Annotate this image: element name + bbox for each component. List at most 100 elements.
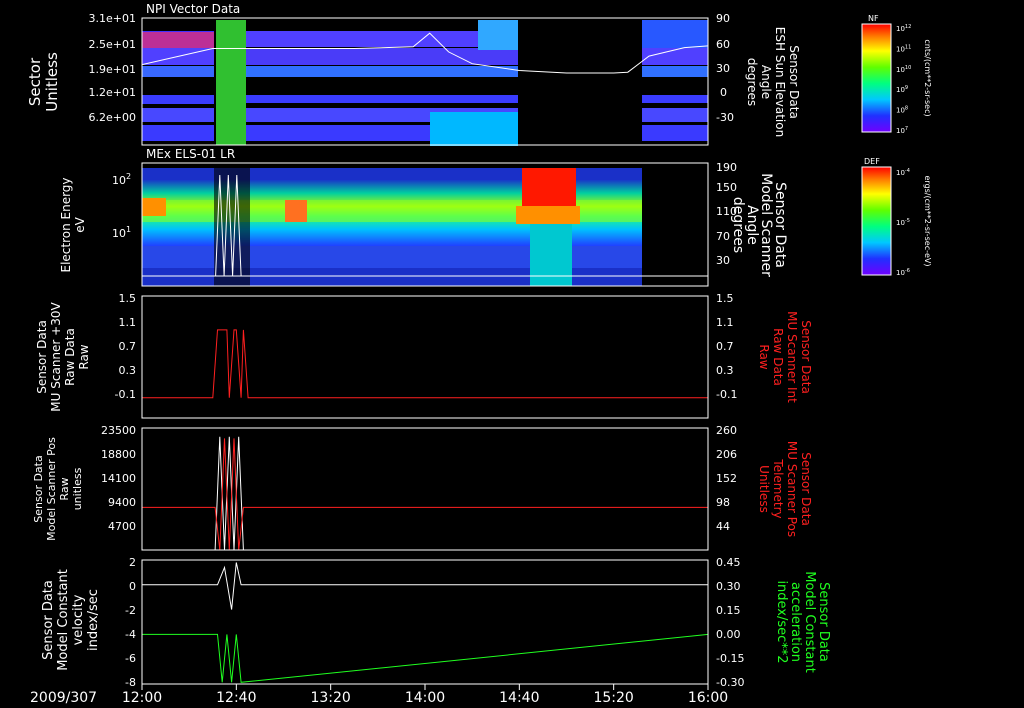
right-tick-labels: 0.45 0.30 0.15 0.00 -0.15 -0.30 bbox=[716, 556, 744, 689]
y2-axis-label: degrees bbox=[730, 197, 746, 253]
tick-label: 4700 bbox=[108, 520, 136, 533]
y-axis-label: index/sec bbox=[86, 589, 101, 651]
tick-label: 2 bbox=[129, 556, 136, 569]
y2-axis-label: Sensor Data bbox=[799, 452, 813, 526]
panel-title: NPI Vector Data bbox=[146, 2, 240, 16]
y2-axis-label: Sensor Data bbox=[799, 320, 813, 394]
tick-label: 1.2e+01 bbox=[89, 86, 136, 99]
npi-band bbox=[142, 95, 214, 104]
y2-axis-label: degrees bbox=[745, 58, 759, 106]
tick-label: 260 bbox=[716, 424, 737, 437]
tick-label: -4 bbox=[125, 628, 136, 641]
els-burst-tail bbox=[530, 224, 572, 286]
tick-label: 30 bbox=[716, 62, 730, 75]
y2-axis-label: Unitless bbox=[757, 465, 771, 513]
els-orange-burst bbox=[516, 206, 580, 224]
colorbar-tick-label: 107 bbox=[896, 126, 908, 135]
colorbar-nf: NF cnts/(cm**2-sr-sec) 10121011101010910… bbox=[861, 14, 932, 135]
npi-spectrogram bbox=[142, 20, 708, 146]
tick-label: -0.30 bbox=[716, 676, 744, 689]
npi-band bbox=[642, 66, 708, 77]
tick-label: -0.1 bbox=[716, 388, 737, 401]
tick-label: -8 bbox=[125, 676, 136, 689]
tick-label: -0.15 bbox=[716, 652, 744, 665]
tick-label: 101 bbox=[112, 225, 131, 240]
els-hot-spot bbox=[285, 200, 307, 222]
els-hot-spot bbox=[142, 198, 166, 216]
y-axis-label: Sector bbox=[26, 57, 44, 106]
tick-label: -30 bbox=[716, 111, 734, 124]
y-axis-label: velocity bbox=[71, 594, 86, 645]
y-axis-label: Electron Energy bbox=[59, 177, 73, 272]
x-tick-label: 13:20 bbox=[310, 690, 350, 706]
panel-mu-raw: Sensor Data MU Scanner +30V Raw Data Raw… bbox=[35, 292, 813, 419]
tick-label: 0.30 bbox=[716, 580, 741, 593]
tick-label: 6.2e+00 bbox=[89, 111, 136, 124]
y2-axis-label: Angle bbox=[759, 65, 773, 99]
y-axis-label: Raw bbox=[58, 477, 71, 500]
x-tick-label: 15:20 bbox=[593, 690, 633, 706]
panel-model-constant: Sensor Data Model Constant velocity inde… bbox=[41, 556, 831, 689]
colorbar-unit: cnts/(cm**2-sr-sec) bbox=[923, 39, 932, 116]
panel-els: MEx ELS-01 LR Electron Energy eV 102 101… bbox=[59, 147, 788, 287]
tick-label: 1.5 bbox=[716, 292, 734, 305]
npi-band bbox=[142, 108, 214, 122]
tick-label: 152 bbox=[716, 472, 737, 485]
npi-high-flux bbox=[478, 20, 518, 50]
y2-axis-label: MU Scanner Int bbox=[785, 311, 799, 403]
tick-label: 1.5 bbox=[119, 292, 137, 305]
y-axis-label: Raw bbox=[77, 344, 91, 369]
colorbar-ticks: 1012 1011 1010 109 108 107 bbox=[896, 24, 911, 135]
tick-label: 18800 bbox=[101, 448, 136, 461]
y-axis-label: eV bbox=[73, 216, 87, 232]
colorbar-ticks: 10-4 10-5 10-6 bbox=[896, 168, 910, 277]
tick-label: 190 bbox=[716, 161, 737, 174]
y2-axis-label: Sensor Data bbox=[787, 45, 801, 119]
y-axis-label: Sensor Data bbox=[32, 455, 45, 522]
tick-label: 0.15 bbox=[716, 604, 741, 617]
tick-label: 0 bbox=[720, 86, 727, 99]
colorbar-tick-label: 109 bbox=[896, 85, 908, 94]
x-tick-label: 16:00 bbox=[688, 690, 728, 706]
date-label: 2009/307 bbox=[30, 690, 97, 706]
time-axis: 12:00 12:40 13:20 14:00 14:40 15:20 16:00 bbox=[122, 684, 728, 706]
left-tick-labels: 2 0 -2 -4 -6 -8 bbox=[125, 556, 136, 689]
mu-scanner-int-line bbox=[142, 329, 708, 399]
tick-label: -0.1 bbox=[115, 388, 136, 401]
colorbar-tick-label: 10-4 bbox=[896, 168, 910, 177]
npi-band bbox=[642, 95, 708, 103]
tick-label: 2.5e+01 bbox=[89, 38, 136, 51]
npi-band bbox=[246, 95, 518, 103]
npi-band bbox=[642, 108, 708, 122]
x-tick-label: 14:40 bbox=[499, 690, 539, 706]
tick-label: 14100 bbox=[101, 472, 136, 485]
left-tick-labels: 23500 18800 14100 9400 4700 bbox=[101, 424, 136, 533]
tick-label: 44 bbox=[716, 520, 730, 533]
panel-frame bbox=[141, 295, 709, 419]
colorbar-tag: NF bbox=[868, 14, 879, 23]
npi-red-band bbox=[142, 32, 214, 48]
x-tick-label: 12:40 bbox=[216, 690, 256, 706]
npi-band bbox=[642, 20, 708, 48]
y2-axis-label: Raw Data bbox=[771, 328, 785, 386]
y2-axis-label: ESH Sun Elevation bbox=[773, 27, 787, 137]
npi-active-interval bbox=[216, 20, 246, 145]
right-tick-labels: 1.5 1.1 0.7 0.3 -0.1 bbox=[716, 292, 737, 401]
npi-band bbox=[142, 125, 214, 141]
y-axis-label: Sensor Data bbox=[41, 580, 56, 660]
tick-label: 0.3 bbox=[716, 364, 734, 377]
panel-scanner-pos: Sensor Data Model Scanner Pos Raw unitle… bbox=[32, 424, 813, 551]
left-tick-labels: 1.5 1.1 0.7 0.3 -0.1 bbox=[115, 292, 136, 401]
y2-axis-label: index/sec**2 bbox=[774, 580, 789, 663]
y2-axis-label: MU Scanner Pos bbox=[785, 441, 799, 537]
mu-scanner-pos-line bbox=[142, 438, 708, 551]
tick-label: 0.00 bbox=[716, 628, 741, 641]
npi-band bbox=[142, 66, 214, 77]
tick-label: 0.45 bbox=[716, 556, 741, 569]
colorbar-tick-label: 1010 bbox=[896, 65, 911, 74]
colorbar-unit: ergs/(cm**2-sr-sec-eV) bbox=[923, 175, 932, 266]
colorbar-tick-label: 10-6 bbox=[896, 268, 910, 277]
y-axis-label: unitless bbox=[71, 467, 84, 510]
y2-axis-label: Raw bbox=[757, 344, 771, 369]
acceleration-line bbox=[142, 633, 709, 683]
